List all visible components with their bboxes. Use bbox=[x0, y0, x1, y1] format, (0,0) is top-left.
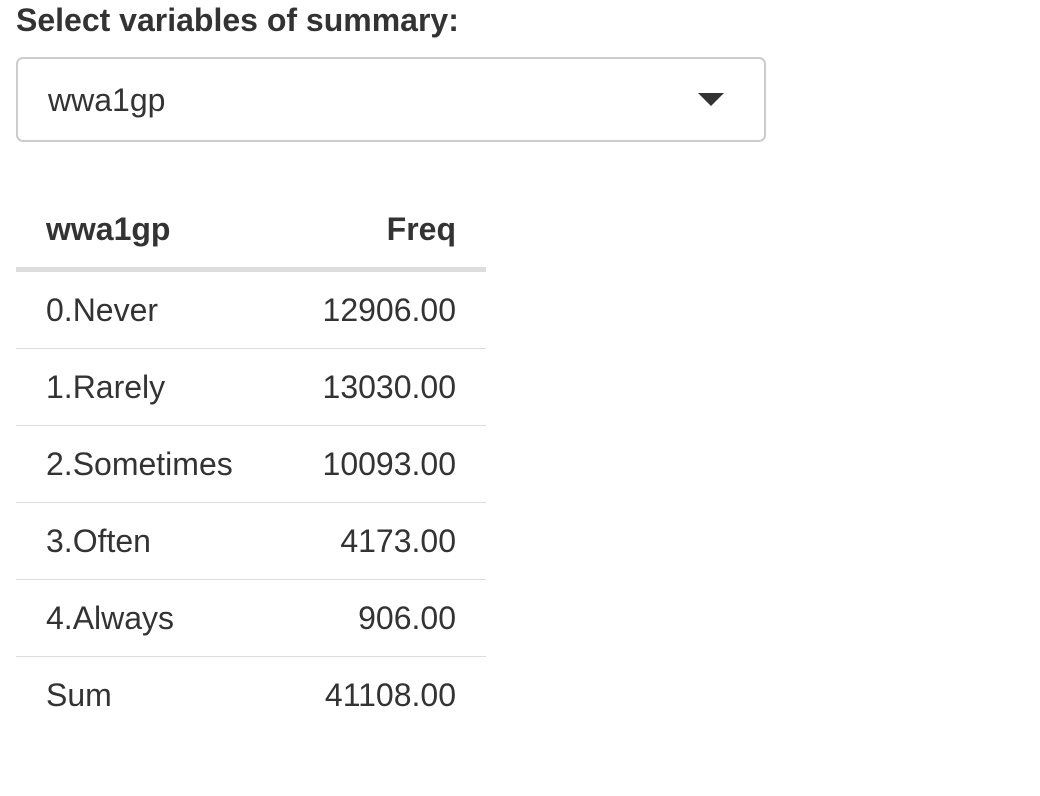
column-header-freq: Freq bbox=[279, 192, 486, 272]
table-row-sum: Sum 41108.00 bbox=[16, 656, 486, 733]
summary-table: wwa1gp Freq 0.Never 12906.00 1.Rarely 13… bbox=[16, 192, 486, 733]
row-category: 0.Never bbox=[46, 291, 159, 328]
variable-select[interactable]: wwa1gp bbox=[16, 57, 766, 142]
row-category: 1.Rarely bbox=[16, 348, 280, 426]
table-row: 3.Often 4173.00 bbox=[16, 502, 486, 580]
select-value: wwa1gp bbox=[48, 82, 166, 118]
table-row: 0.Never 12906.00 bbox=[16, 270, 486, 349]
row-freq: 13030.00 bbox=[279, 348, 486, 426]
sum-value: 41108.00 bbox=[279, 656, 486, 733]
column-header-variable: wwa1gp bbox=[16, 192, 280, 272]
row-freq: 12906.00 bbox=[322, 291, 456, 328]
table-row: 2.Sometimes 10093.00 bbox=[16, 425, 486, 503]
sum-label: Sum bbox=[16, 656, 280, 733]
table-row: 1.Rarely 13030.00 bbox=[16, 348, 486, 426]
row-category: 4.Always bbox=[16, 579, 280, 657]
field-label: Select variables of summary: bbox=[16, 2, 459, 38]
row-freq: 906.00 bbox=[279, 579, 486, 657]
row-freq: 10093.00 bbox=[279, 425, 486, 503]
table-header-row: wwa1gp Freq bbox=[16, 192, 486, 272]
caret-down-icon bbox=[698, 93, 724, 106]
row-category: 3.Often bbox=[16, 502, 280, 580]
row-freq: 4173.00 bbox=[279, 502, 486, 580]
table-row: 4.Always 906.00 bbox=[16, 579, 486, 657]
row-category: 2.Sometimes bbox=[16, 425, 280, 503]
